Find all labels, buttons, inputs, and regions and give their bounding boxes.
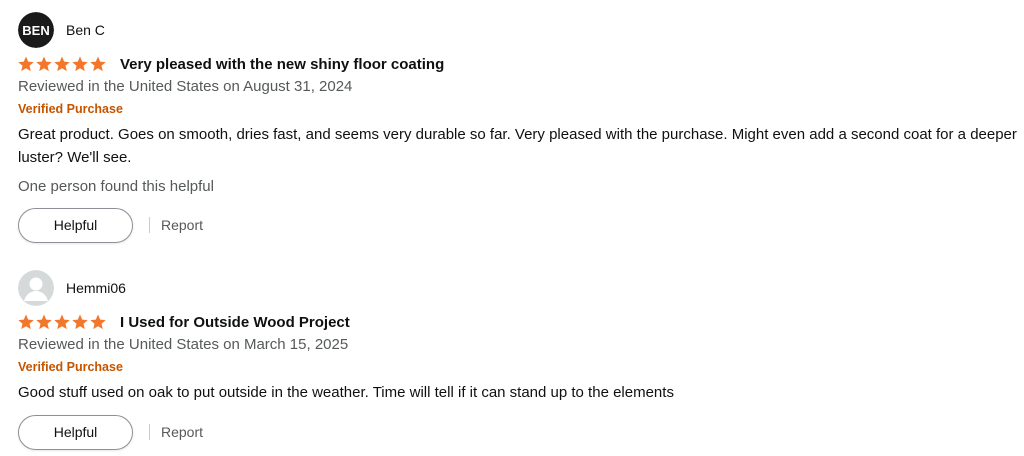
review-date: Reviewed in the United States on August …: [18, 78, 353, 95]
star-rating[interactable]: [18, 55, 107, 73]
reviewer-profile[interactable]: Hemmi06: [18, 270, 1018, 306]
review-title[interactable]: Very pleased with the new shiny floor co…: [120, 56, 444, 73]
verified-purchase-badge: Verified Purchase: [18, 102, 123, 116]
review-date: Reviewed in the United States on March 1…: [18, 336, 349, 353]
helpful-count: One person found this helpful: [18, 178, 214, 195]
verified-purchase-badge: Verified Purchase: [18, 360, 123, 374]
svg-text:BEN: BEN: [22, 23, 49, 38]
review-actions: Helpful Report: [18, 414, 1018, 450]
divider: [149, 217, 150, 233]
report-link[interactable]: Report: [161, 424, 203, 440]
default-user-avatar-icon: [18, 270, 54, 306]
review-title-row: Very pleased with the new shiny floor co…: [18, 53, 1018, 75]
reviewer-profile[interactable]: BEN Ben C: [18, 12, 1018, 48]
ben-logo-avatar-icon: BEN: [18, 12, 54, 48]
avatar: BEN: [18, 12, 54, 48]
reviewer-name: Hemmi06: [66, 280, 126, 296]
review-item: BEN Ben C Very pleased with the new shin…: [18, 12, 1018, 243]
helpful-button[interactable]: Helpful: [18, 207, 133, 243]
review-title-row: I Used for Outside Wood Project: [18, 311, 1018, 333]
helpful-button[interactable]: Helpful: [18, 414, 133, 450]
report-link[interactable]: Report: [161, 217, 203, 233]
five-star-icon: [18, 314, 106, 330]
star-rating[interactable]: [18, 313, 107, 331]
five-star-icon: [18, 56, 106, 72]
avatar: [18, 270, 54, 306]
review-item: Hemmi06 I Used for Outside Wood Project …: [18, 270, 1018, 450]
review-actions: Helpful Report: [18, 207, 1018, 243]
divider: [149, 424, 150, 440]
review-body: Good stuff used on oak to put outside in…: [18, 384, 674, 401]
review-body: Great product. Goes on smooth, dries fas…: [18, 126, 1017, 166]
review-title[interactable]: I Used for Outside Wood Project: [120, 314, 350, 331]
reviewer-name: Ben C: [66, 22, 105, 38]
